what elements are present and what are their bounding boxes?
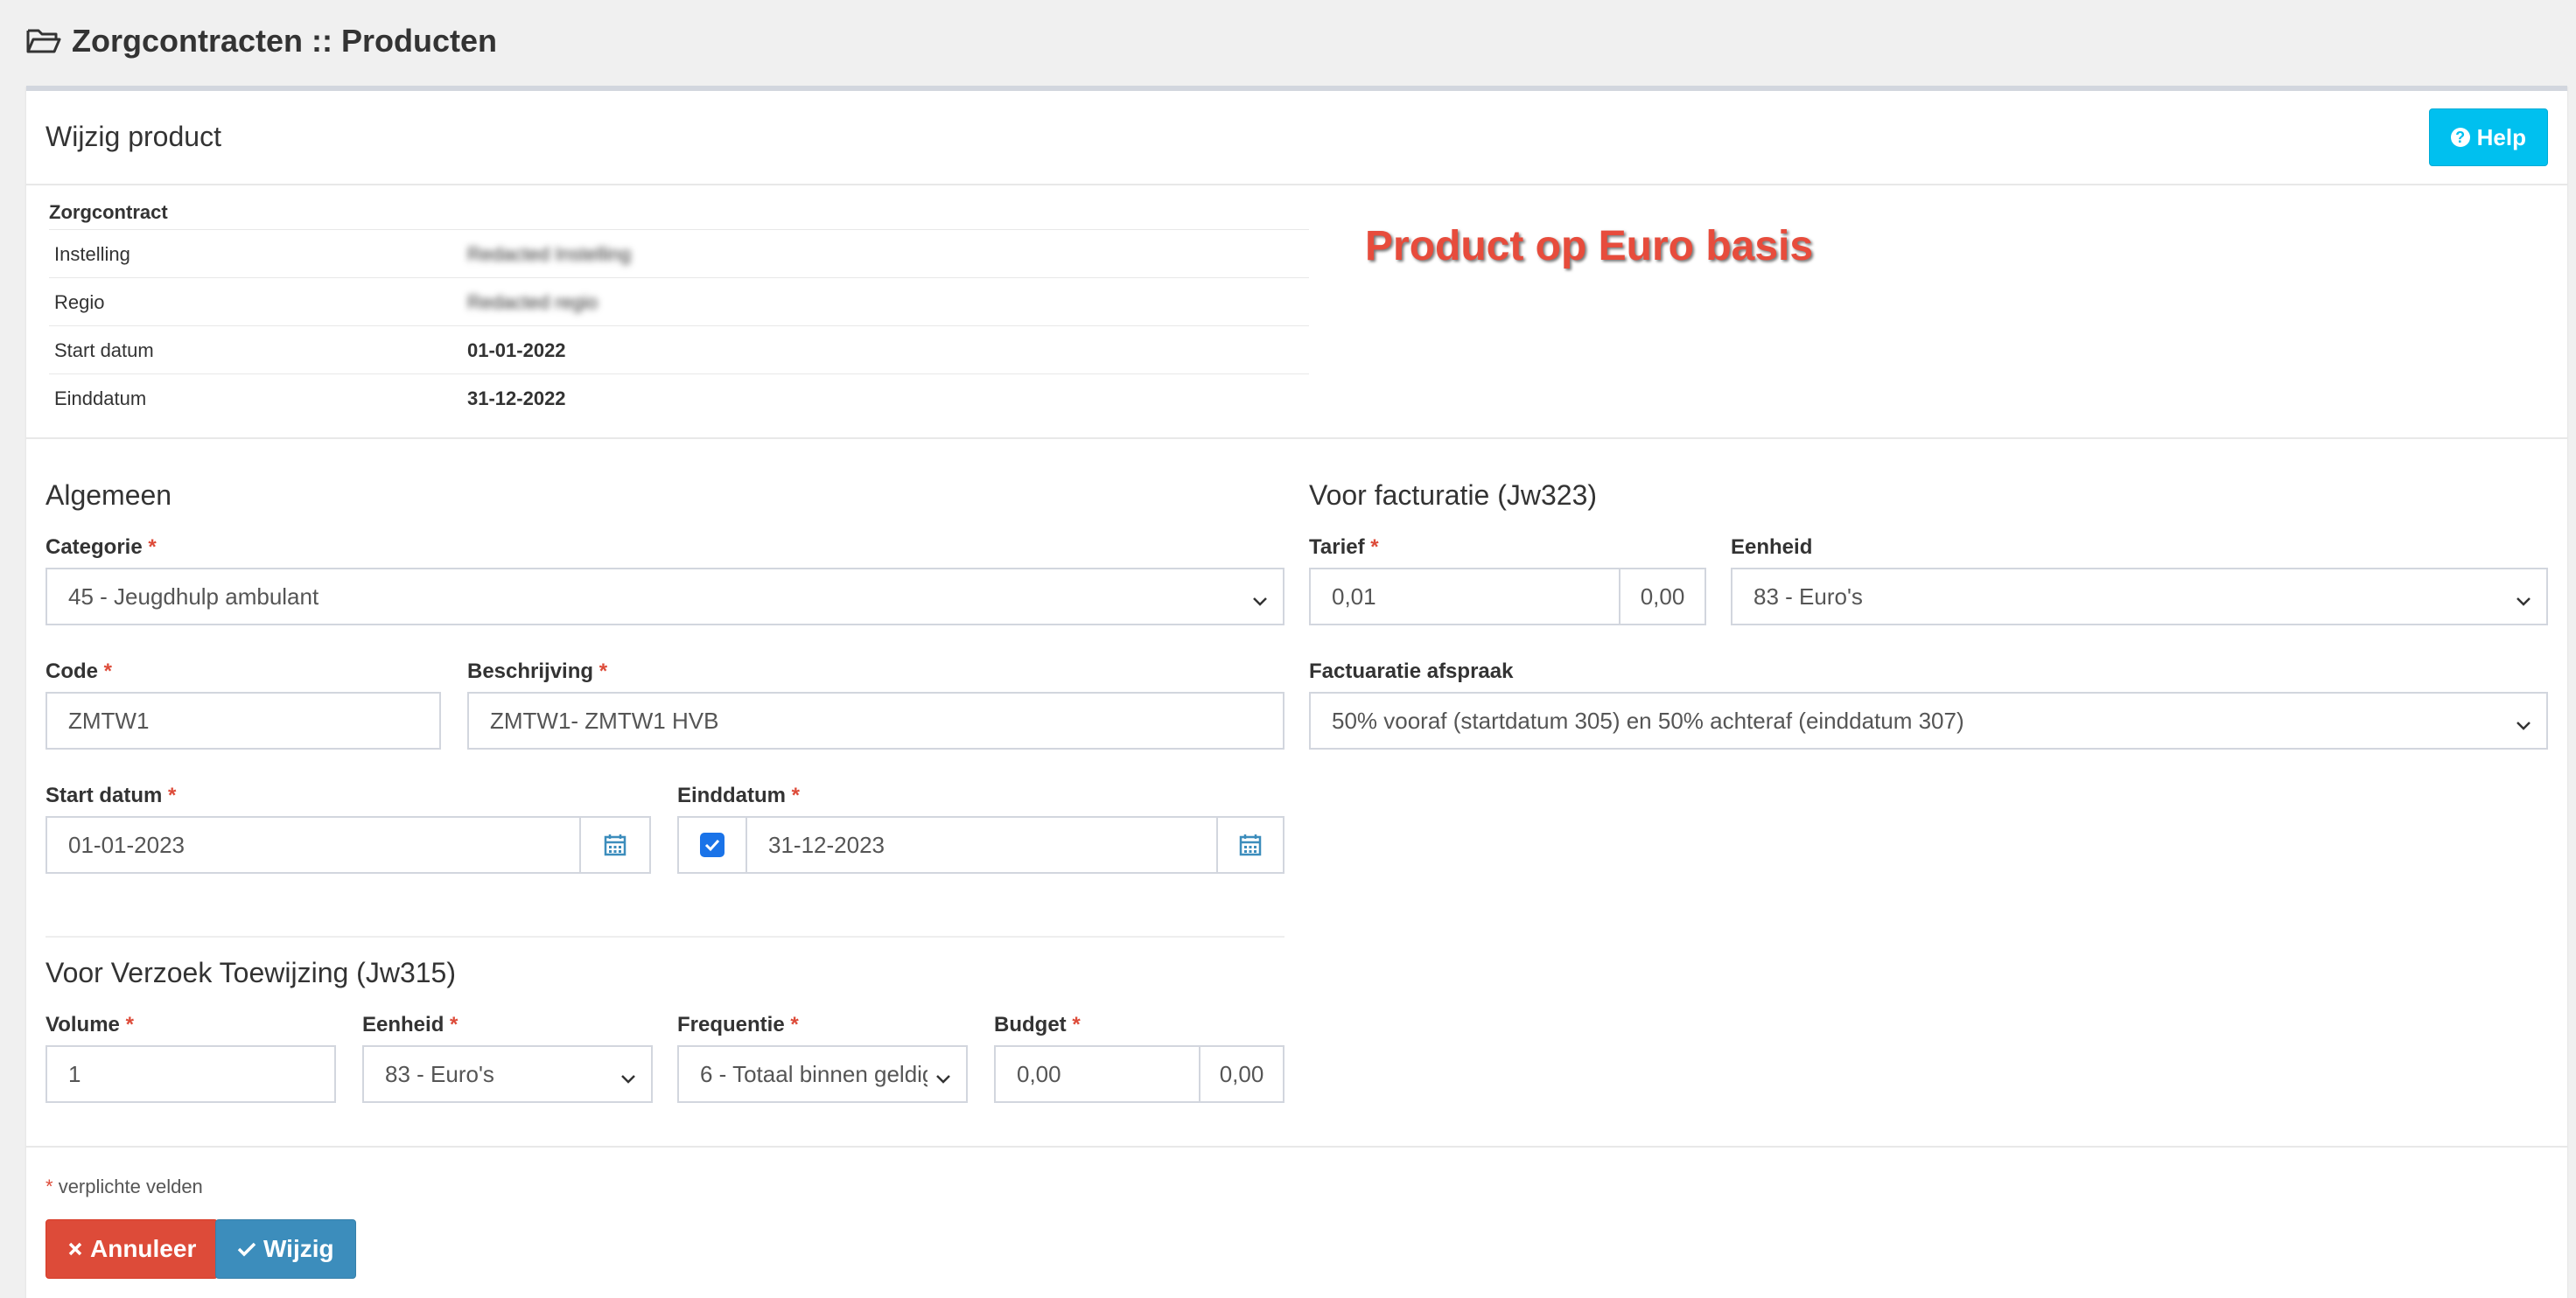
required-fields-note: * verplichte velden bbox=[46, 1176, 203, 1198]
tarief-addon: 0,00 bbox=[1619, 568, 1706, 625]
code-input[interactable]: ZMTW1 bbox=[46, 692, 441, 750]
start-datum-value: 01-01-2023 bbox=[68, 831, 185, 858]
form-footer-divider bbox=[26, 1146, 2567, 1148]
submit-label: Wijzig bbox=[263, 1235, 334, 1262]
frequentie-label: Frequentie * bbox=[677, 1013, 799, 1036]
start-datum-input[interactable]: 01-01-2023 bbox=[46, 816, 581, 874]
eenheid-select[interactable]: 83 - Euro's bbox=[1731, 568, 2548, 625]
checkmark-icon bbox=[700, 833, 724, 857]
frequentie-value: 6 - Totaal binnen geldigheidsduur bbox=[700, 1060, 928, 1087]
row-value: 01-01-2022 bbox=[467, 339, 566, 361]
categorie-value: 45 - Jeugdhulp ambulant bbox=[68, 583, 319, 610]
tarief-addon-value: 0,00 bbox=[1640, 583, 1685, 610]
tarief-label: Tarief * bbox=[1309, 535, 1379, 559]
row-label: Regio bbox=[54, 291, 105, 313]
toewijzing-eenheid-label: Eenheid * bbox=[362, 1013, 458, 1036]
factuaratie-afspraak-label: Factuaratie afspraak bbox=[1309, 659, 1514, 683]
check-icon bbox=[237, 1235, 256, 1263]
annotation-text: Product op Euro basis bbox=[1365, 223, 1814, 269]
section-algemeen-title: Algemeen bbox=[46, 479, 172, 511]
folder-open-icon bbox=[26, 27, 61, 55]
calendar-icon bbox=[1239, 834, 1262, 856]
contract-row-start: Start datum 01-01-2022 bbox=[49, 325, 1309, 374]
row-label: Einddatum bbox=[54, 387, 147, 409]
close-icon bbox=[67, 1235, 83, 1263]
panel-title: Wijzig product bbox=[46, 121, 221, 152]
categorie-label: Categorie * bbox=[46, 535, 157, 559]
einddatum-calendar-button[interactable] bbox=[1216, 816, 1284, 874]
row-label: Instelling bbox=[54, 243, 130, 265]
chevron-down-icon bbox=[2515, 589, 2532, 616]
help-label: Help bbox=[2476, 123, 2526, 150]
eenheid-value: 83 - Euro's bbox=[1754, 583, 1863, 610]
volume-value: 1 bbox=[68, 1060, 81, 1087]
cancel-label: Annuleer bbox=[90, 1235, 197, 1262]
eenheid-label: Eenheid bbox=[1731, 535, 1813, 559]
row-label: Start datum bbox=[54, 339, 154, 361]
chevron-down-icon bbox=[2515, 713, 2532, 740]
required-mark: * bbox=[46, 1176, 53, 1197]
chevron-down-icon bbox=[934, 1066, 952, 1093]
row-value: Redacted Instelling bbox=[467, 243, 632, 265]
code-label: Code * bbox=[46, 659, 113, 683]
section-facturatie-title: Voor facturatie (Jw323) bbox=[1309, 479, 1598, 511]
panel-header: Wijzig product ? Help bbox=[26, 91, 2567, 185]
einddatum-label: Einddatum * bbox=[677, 784, 801, 807]
budget-addon: 0,00 bbox=[1199, 1045, 1284, 1103]
code-value: ZMTW1 bbox=[68, 707, 150, 734]
calendar-icon bbox=[604, 834, 626, 856]
einddatum-value: 31-12-2023 bbox=[768, 831, 885, 858]
question-circle-icon: ? bbox=[2450, 128, 2470, 147]
budget-value: 0,00 bbox=[1017, 1060, 1061, 1087]
tarief-input[interactable]: 0,01 bbox=[1309, 568, 1620, 625]
required-note-text: verplichte velden bbox=[58, 1176, 203, 1197]
start-datum-label: Start datum * bbox=[46, 784, 177, 807]
edit-product-panel: Wijzig product ? Help Zorgcontract Inste… bbox=[26, 86, 2567, 1298]
chevron-down-icon bbox=[1251, 589, 1269, 616]
cancel-button[interactable]: Annuleer bbox=[46, 1219, 219, 1279]
categorie-select[interactable]: 45 - Jeugdhulp ambulant bbox=[46, 568, 1284, 625]
page-title: Zorgcontracten :: Producten bbox=[72, 23, 498, 59]
chevron-down-icon bbox=[620, 1066, 637, 1093]
contract-row-regio: Regio Redacted regio bbox=[49, 277, 1309, 326]
toewijzing-eenheid-value: 83 - Euro's bbox=[385, 1060, 494, 1087]
section-divider bbox=[26, 437, 2567, 439]
row-value: Redacted regio bbox=[467, 291, 598, 313]
volume-label: Volume * bbox=[46, 1013, 134, 1036]
beschrijving-input[interactable]: ZMTW1- ZMTW1 HVB bbox=[467, 692, 1284, 750]
tarief-value: 0,01 bbox=[1332, 583, 1376, 610]
toewijzing-eenheid-select[interactable]: 83 - Euro's bbox=[362, 1045, 653, 1103]
contract-row-instelling: Instelling Redacted Instelling bbox=[49, 229, 1309, 278]
budget-addon-value: 0,00 bbox=[1219, 1060, 1264, 1087]
volume-input[interactable]: 1 bbox=[46, 1045, 336, 1103]
beschrijving-value: ZMTW1- ZMTW1 HVB bbox=[490, 707, 719, 734]
submit-button[interactable]: Wijzig bbox=[215, 1219, 356, 1279]
contract-heading: Zorgcontract bbox=[49, 201, 168, 223]
beschrijving-label: Beschrijving * bbox=[467, 659, 608, 683]
start-datum-calendar-button[interactable] bbox=[579, 816, 651, 874]
einddatum-input[interactable]: 31-12-2023 bbox=[746, 816, 1218, 874]
contract-row-eind: Einddatum 31-12-2022 bbox=[49, 373, 1309, 422]
budget-input[interactable]: 0,00 bbox=[994, 1045, 1200, 1103]
einddatum-checkbox[interactable] bbox=[677, 816, 747, 874]
page-header: Zorgcontracten :: Producten bbox=[26, 23, 497, 59]
budget-label: Budget * bbox=[994, 1013, 1081, 1036]
factuaratie-afspraak-select[interactable]: 50% vooraf (startdatum 305) en 50% achte… bbox=[1309, 692, 2548, 750]
help-button[interactable]: ? Help bbox=[2428, 108, 2548, 166]
section-divider bbox=[46, 936, 1284, 938]
frequentie-select[interactable]: 6 - Totaal binnen geldigheidsduur bbox=[677, 1045, 968, 1103]
factuaratie-afspraak-value: 50% vooraf (startdatum 305) en 50% achte… bbox=[1332, 707, 1964, 734]
section-toewijzing-title: Voor Verzoek Toewijzing (Jw315) bbox=[46, 957, 456, 988]
row-value: 31-12-2022 bbox=[467, 387, 566, 409]
